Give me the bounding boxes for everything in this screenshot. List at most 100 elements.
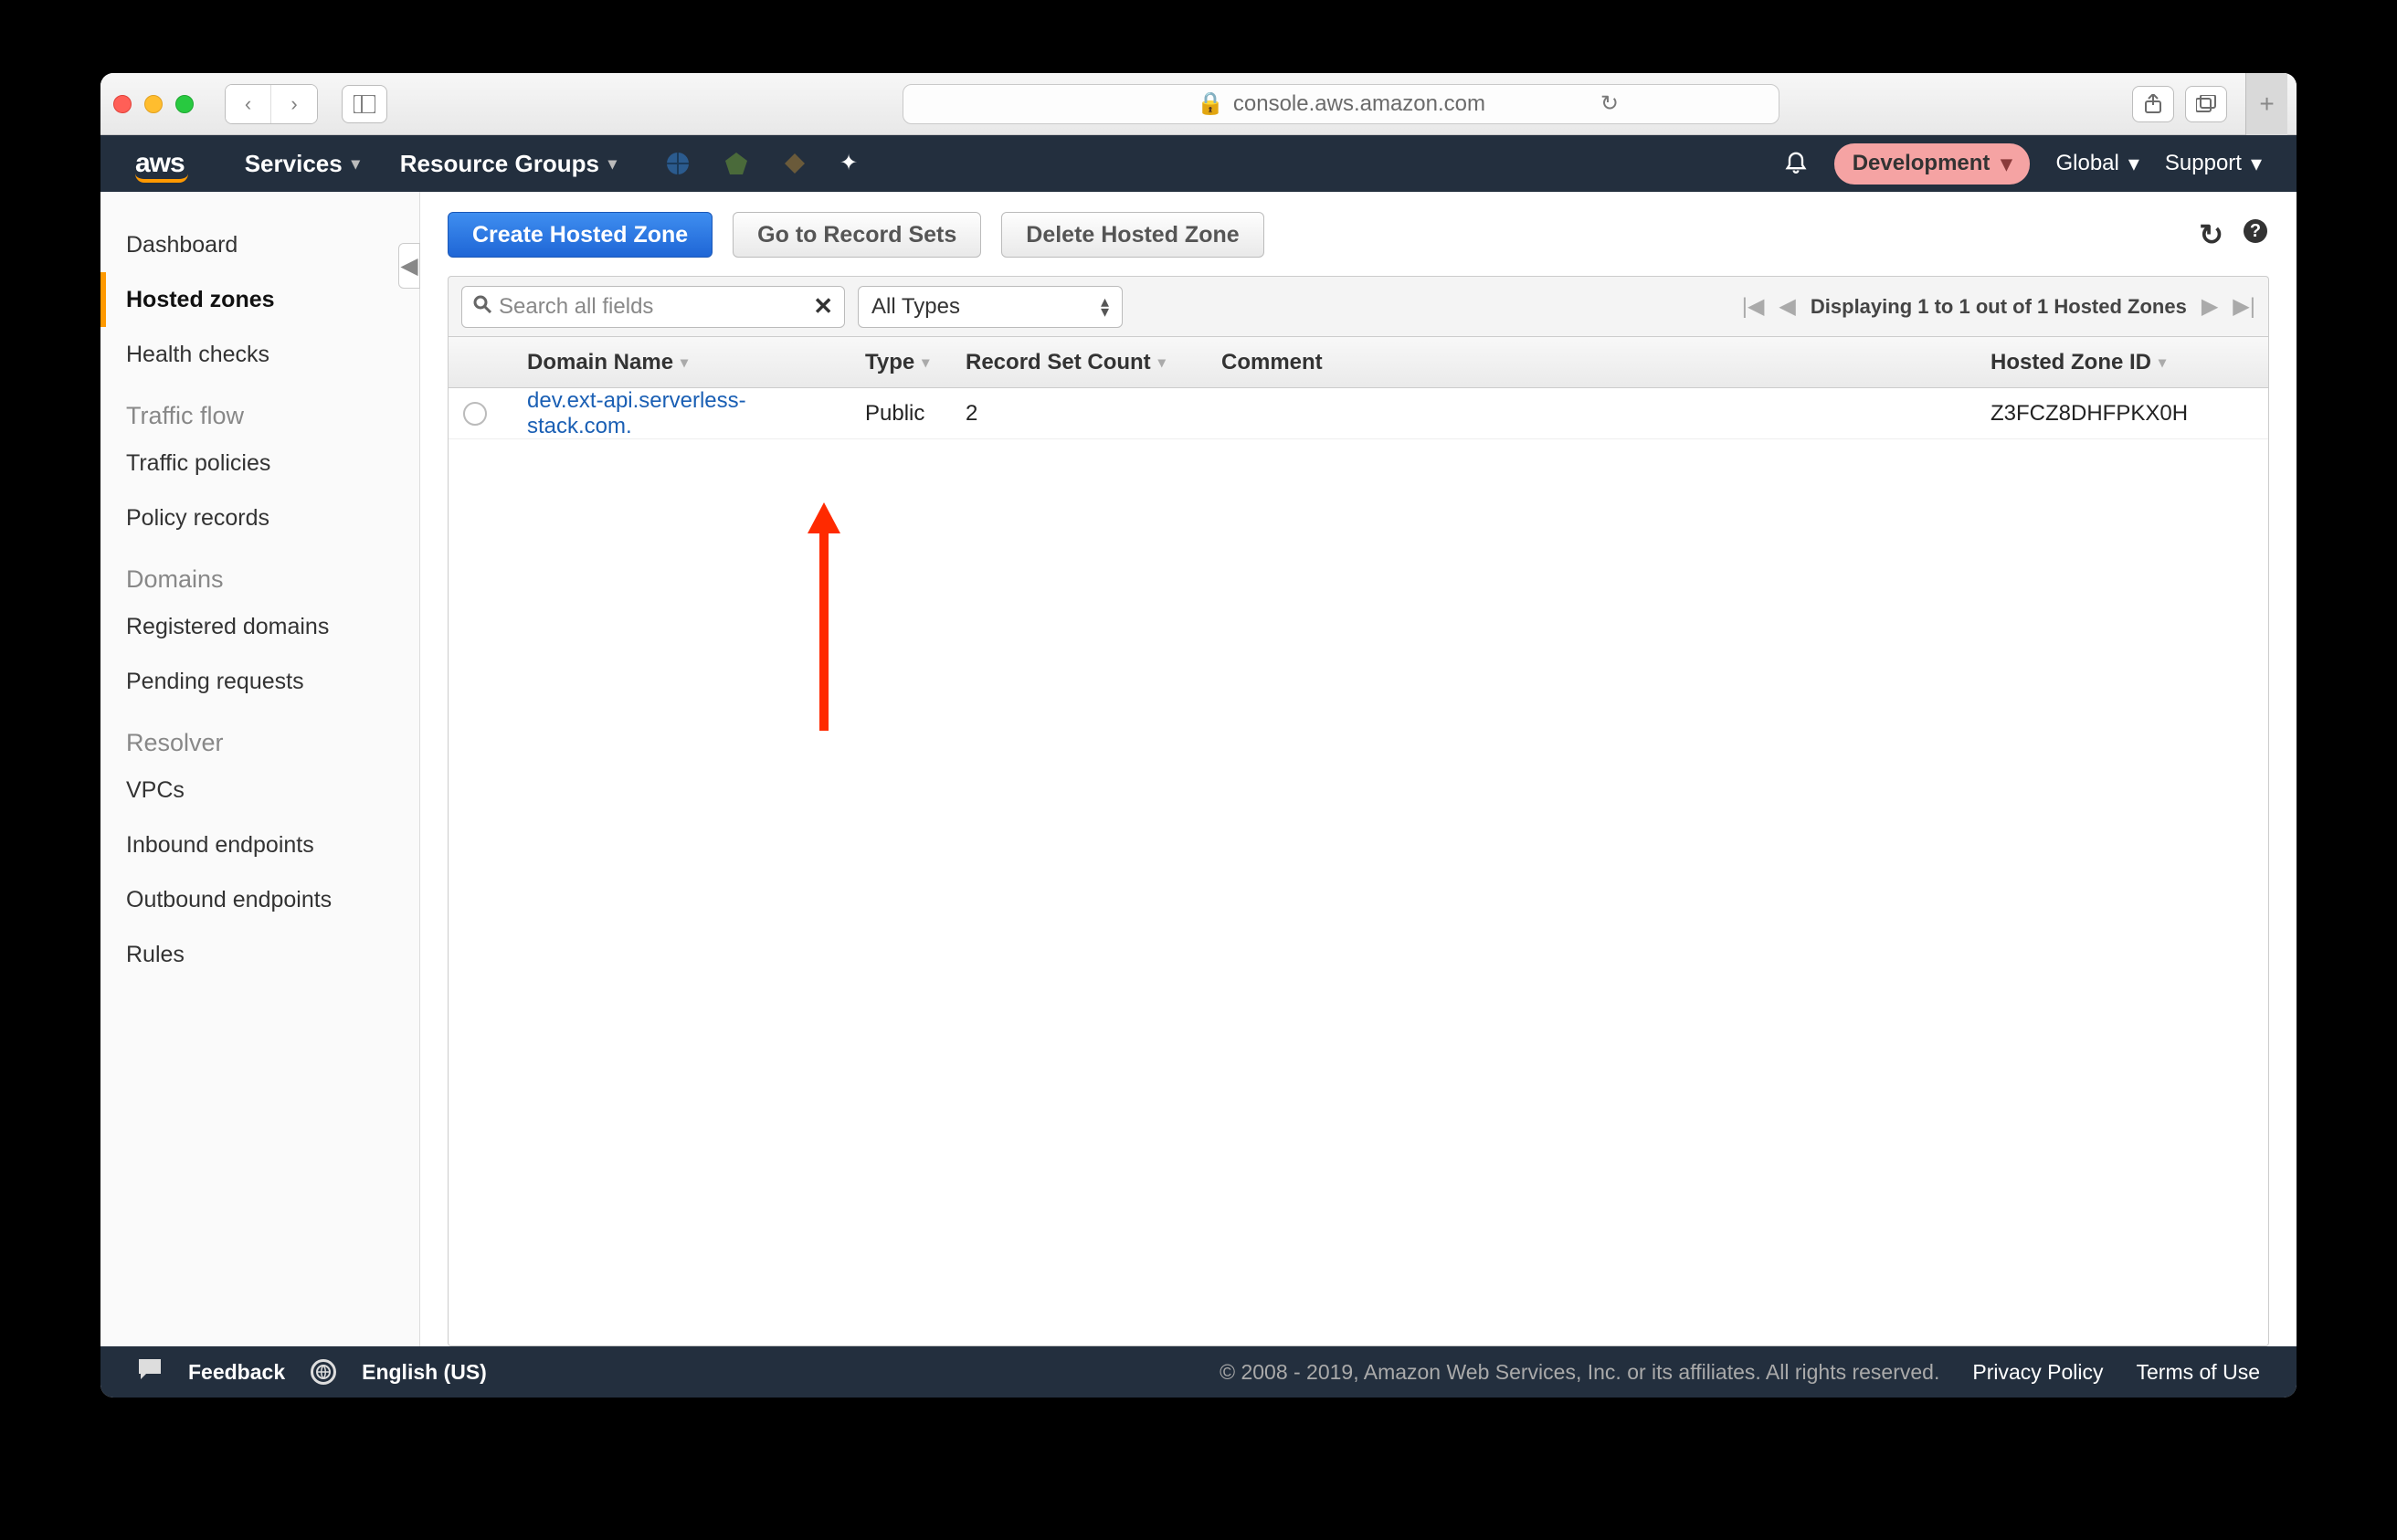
search-icon — [473, 294, 491, 320]
environment-label: Development — [1853, 151, 1990, 176]
table-body: dev.ext-api.serverless-stack.com. Public… — [449, 388, 2268, 1345]
chevron-down-icon: ▾ — [608, 154, 617, 174]
aws-top-nav: aws Services ▾ Resource Groups ▾ ✦ — [100, 135, 2297, 192]
row-select-radio[interactable] — [463, 402, 487, 426]
browser-window: ‹ › 🔒 console.aws.amazon.com ↻ + — [100, 73, 2297, 1398]
sidebar-item-inbound-endpoints[interactable]: Inbound endpoints — [100, 817, 419, 872]
table-row[interactable]: dev.ext-api.serverless-stack.com. Public… — [449, 388, 2268, 439]
sidebar-section-resolver: Resolver — [100, 709, 419, 763]
cell-hosted-zone-id: Z3FCZ8DHFPKX0H — [1976, 401, 2268, 427]
col-comment[interactable]: Comment — [1207, 350, 1976, 375]
delete-hosted-zone-button[interactable]: Delete Hosted Zone — [1001, 212, 1263, 258]
chevron-down-icon: ▾ — [2251, 151, 2262, 177]
svg-text:?: ? — [2250, 221, 2261, 241]
sidebar-item-health-checks[interactable]: Health checks — [100, 327, 419, 382]
help-icon[interactable]: ? — [2242, 217, 2269, 252]
col-domain-name[interactable]: Domain Name▾ — [512, 350, 850, 375]
sidebar-item-hosted-zones[interactable]: Hosted zones — [100, 272, 419, 327]
col-hosted-zone-id[interactable]: Hosted Zone ID▾ — [1976, 350, 2268, 375]
pager-next-button[interactable]: ▶ — [2202, 293, 2218, 320]
nav-services[interactable]: Services ▾ — [225, 150, 380, 178]
tabs-button[interactable] — [2185, 86, 2227, 122]
terms-of-use-link[interactable]: Terms of Use — [2137, 1360, 2260, 1385]
sidebar-section-domains: Domains — [100, 545, 419, 599]
select-caret-icon: ▴▾ — [1101, 297, 1109, 317]
pager-first-button[interactable]: |◀ — [1742, 293, 1765, 320]
sidebar-item-registered-domains[interactable]: Registered domains — [100, 599, 419, 654]
pager-prev-button[interactable]: ◀ — [1779, 293, 1795, 320]
search-placeholder: Search all fields — [499, 294, 653, 320]
reload-icon[interactable]: ↻ — [1600, 90, 1619, 117]
shortcut-icon-2[interactable] — [723, 150, 750, 177]
close-window-button[interactable] — [113, 95, 132, 113]
globe-icon — [311, 1359, 336, 1385]
action-bar: Create Hosted Zone Go to Record Sets Del… — [448, 212, 2269, 258]
privacy-policy-link[interactable]: Privacy Policy — [1972, 1360, 2103, 1385]
chevron-down-icon: ▾ — [2128, 151, 2139, 177]
aws-footer: Feedback English (US) © 2008 - 2019, Ama… — [100, 1346, 2297, 1398]
feedback-link[interactable]: Feedback — [188, 1360, 285, 1385]
nav-services-label: Services — [245, 150, 343, 178]
support-menu[interactable]: Support ▾ — [2165, 151, 2262, 177]
sidebar: ◀ Dashboard Hosted zones Health checks T… — [100, 192, 420, 1346]
sidebar-item-outbound-endpoints[interactable]: Outbound endpoints — [100, 872, 419, 927]
sidebar-item-pending-requests[interactable]: Pending requests — [100, 654, 419, 709]
zoom-window-button[interactable] — [175, 95, 194, 113]
nav-shortcut-icons: ✦ — [637, 150, 867, 177]
pager: |◀ ◀ Displaying 1 to 1 out of 1 Hosted Z… — [1742, 293, 2255, 320]
url-text: console.aws.amazon.com — [1233, 91, 1485, 117]
region-label: Global — [2055, 151, 2118, 176]
lock-icon: 🔒 — [1197, 90, 1224, 117]
type-filter-select[interactable]: All Types ▴▾ — [858, 286, 1123, 328]
nav-resource-groups[interactable]: Resource Groups ▾ — [380, 150, 637, 178]
clear-search-icon[interactable]: ✕ — [813, 292, 833, 321]
browser-chrome: ‹ › 🔒 console.aws.amazon.com ↻ + — [100, 73, 2297, 135]
sidebar-toggle-button[interactable] — [342, 85, 387, 123]
nav-buttons: ‹ › — [225, 84, 318, 124]
feedback-icon[interactable] — [137, 1357, 163, 1387]
domain-name-link[interactable]: dev.ext-api.serverless-stack.com. — [527, 388, 836, 439]
create-hosted-zone-button[interactable]: Create Hosted Zone — [448, 212, 713, 258]
copyright-text: © 2008 - 2019, Amazon Web Services, Inc.… — [1220, 1360, 1939, 1385]
language-selector[interactable]: English (US) — [362, 1360, 487, 1385]
hosted-zones-panel: Search all fields ✕ All Types ▴▾ |◀ ◀ Di… — [448, 276, 2269, 1346]
nav-resource-groups-label: Resource Groups — [400, 150, 599, 178]
pin-icon[interactable]: ✦ — [839, 150, 867, 177]
aws-logo[interactable]: aws — [135, 148, 225, 179]
col-type[interactable]: Type▾ — [850, 350, 951, 375]
col-record-set-count[interactable]: Record Set Count▾ — [951, 350, 1207, 375]
window-controls — [113, 95, 206, 113]
main-content: Create Hosted Zone Go to Record Sets Del… — [420, 192, 2297, 1346]
support-label: Support — [2165, 151, 2242, 176]
minimize-window-button[interactable] — [144, 95, 163, 113]
sidebar-item-traffic-policies[interactable]: Traffic policies — [100, 436, 419, 490]
share-button[interactable] — [2132, 86, 2174, 122]
pager-last-button[interactable]: ▶| — [2233, 293, 2255, 320]
sidebar-item-dashboard[interactable]: Dashboard — [100, 217, 419, 272]
shortcut-icon-1[interactable] — [664, 150, 692, 177]
refresh-icon[interactable]: ↻ — [2199, 217, 2223, 252]
go-to-record-sets-button[interactable]: Go to Record Sets — [733, 212, 981, 258]
filter-row: Search all fields ✕ All Types ▴▾ |◀ ◀ Di… — [449, 277, 2268, 337]
sidebar-item-rules[interactable]: Rules — [100, 927, 419, 982]
pager-status-text: Displaying 1 to 1 out of 1 Hosted Zones — [1811, 295, 2187, 319]
forward-button[interactable]: › — [271, 85, 317, 123]
table-header: Domain Name▾ Type▾ Record Set Count▾ Com… — [449, 337, 2268, 388]
shortcut-icon-3[interactable] — [781, 150, 808, 177]
bell-icon[interactable] — [1783, 148, 1809, 180]
sidebar-item-policy-records[interactable]: Policy records — [100, 490, 419, 545]
sidebar-section-traffic-flow: Traffic flow — [100, 382, 419, 436]
chevron-down-icon: ▾ — [352, 154, 360, 174]
chevron-down-icon: ▾ — [2001, 151, 2012, 177]
sidebar-item-vpcs[interactable]: VPCs — [100, 763, 419, 817]
environment-selector[interactable]: Development ▾ — [1834, 143, 2031, 185]
back-button[interactable]: ‹ — [226, 85, 271, 123]
sidebar-collapse-button[interactable]: ◀ — [398, 243, 420, 289]
cell-record-set-count: 2 — [951, 401, 1207, 427]
new-tab-button[interactable]: + — [2245, 73, 2287, 135]
search-input[interactable]: Search all fields ✕ — [461, 286, 845, 328]
region-selector[interactable]: Global ▾ — [2055, 151, 2138, 177]
cell-type: Public — [850, 401, 951, 427]
address-bar[interactable]: 🔒 console.aws.amazon.com ↻ — [903, 84, 1779, 124]
type-filter-label: All Types — [871, 294, 960, 320]
